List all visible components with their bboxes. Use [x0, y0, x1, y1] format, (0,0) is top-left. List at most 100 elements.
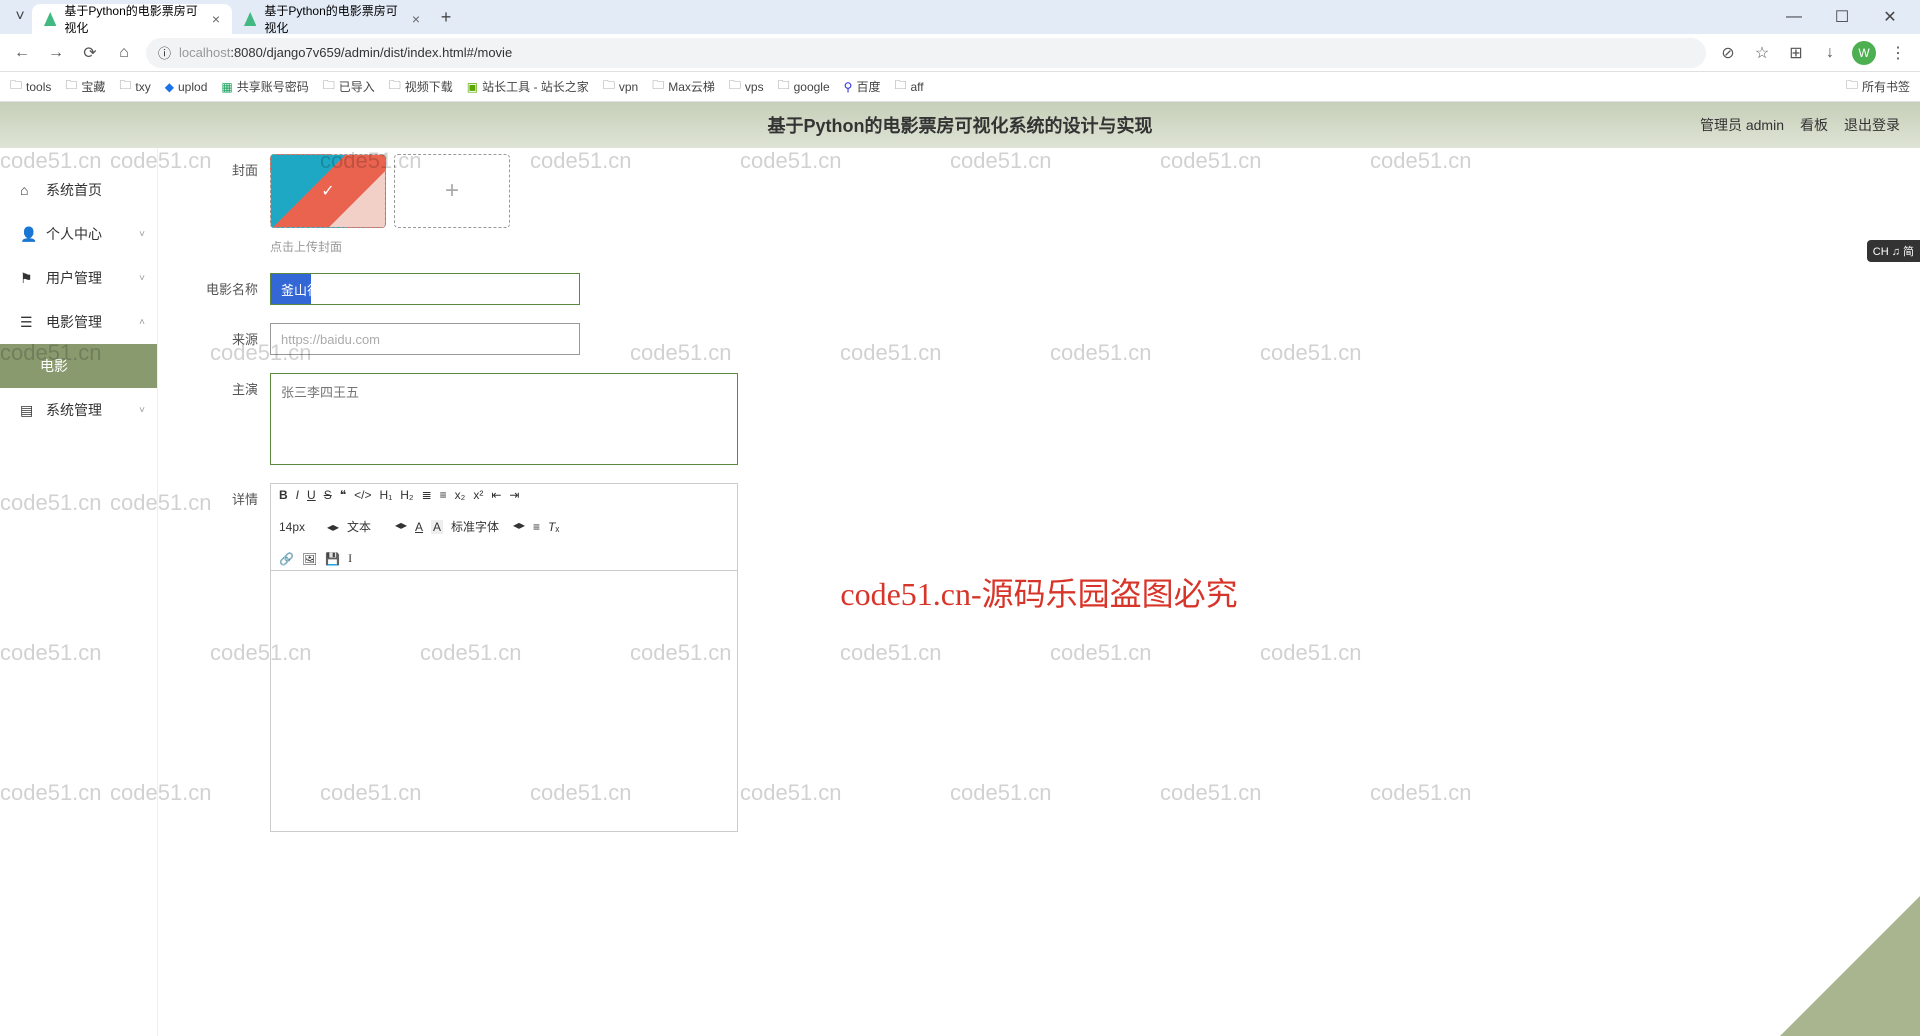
- reload-button[interactable]: ⟳: [78, 43, 102, 63]
- source-input[interactable]: [270, 323, 580, 355]
- h2-button[interactable]: H₂: [400, 488, 413, 502]
- all-bookmarks[interactable]: 🗀所有书签: [1846, 76, 1910, 97]
- maximize-button[interactable]: ☐: [1820, 2, 1864, 32]
- text-type-select[interactable]: 文本◂▸: [347, 518, 407, 535]
- site-info-icon[interactable]: ⓘ: [158, 43, 171, 62]
- font-family-select[interactable]: 标准字体◂▸: [451, 518, 525, 535]
- bookmark-uplod[interactable]: ◆uplod: [165, 80, 208, 94]
- page-title: 基于Python的电影票房可视化系统的设计与实现: [768, 112, 1153, 138]
- site-icon: ◆: [165, 80, 174, 94]
- tab-dropdown[interactable]: ˅: [8, 5, 32, 29]
- profile-avatar[interactable]: W: [1852, 41, 1876, 65]
- bookmark-txy[interactable]: 🗀txy: [119, 76, 150, 97]
- extensions-icon[interactable]: ⊞: [1784, 43, 1808, 63]
- board-link[interactable]: 看板: [1800, 115, 1828, 135]
- bookmark-share[interactable]: ▦共享账号密码: [221, 78, 308, 95]
- chevron-down-icon: ˅: [139, 229, 145, 240]
- h1-button[interactable]: H₁: [380, 488, 393, 502]
- stack-icon: ☰: [20, 314, 36, 331]
- browser-tab-0[interactable]: 基于Python的电影票房可视化 ×: [32, 4, 232, 34]
- strike-button[interactable]: S: [324, 488, 332, 502]
- folder-icon: 🗀: [323, 76, 335, 97]
- close-icon[interactable]: ×: [412, 11, 420, 27]
- bookmark-icon[interactable]: ☆: [1750, 43, 1774, 63]
- sub-button[interactable]: x₂: [455, 488, 466, 502]
- cover-preview[interactable]: ✓: [270, 154, 386, 228]
- align-button[interactable]: ≡: [533, 520, 540, 534]
- decorative-triangle: [1780, 896, 1920, 1036]
- folder-icon: 🗀: [119, 76, 131, 97]
- sidebar: ⌂ 系统首页 👤 个人中心 ˅ ⚑ 用户管理 ˅ ☰ 电影管理 ˄ 电影 ▤ 系…: [0, 148, 158, 1036]
- outdent-button[interactable]: ⇤: [491, 488, 501, 502]
- sup-button[interactable]: x²: [473, 488, 483, 502]
- cover-upload-button[interactable]: +: [394, 154, 510, 228]
- folder-icon: 🗀: [65, 76, 77, 97]
- site-icon: ▦: [221, 80, 232, 94]
- admin-label[interactable]: 管理员 admin: [1700, 115, 1784, 135]
- list-icon: ▤: [20, 402, 36, 419]
- image-button[interactable]: 🖼: [302, 552, 317, 566]
- home-button[interactable]: ⌂: [112, 44, 136, 62]
- sidebar-item-movie[interactable]: 电影: [0, 344, 157, 388]
- bold-button[interactable]: B: [279, 488, 288, 502]
- chevron-down-icon: ˅: [139, 273, 145, 284]
- sidebar-item-home[interactable]: ⌂ 系统首页: [0, 168, 157, 212]
- bg-color-button[interactable]: A: [431, 520, 443, 534]
- window-controls: — ☐ ✕: [1772, 2, 1912, 32]
- bookmark-tools[interactable]: 🗀tools: [10, 76, 51, 97]
- underline-button[interactable]: U: [307, 488, 316, 502]
- ol-button[interactable]: ≣: [422, 488, 432, 502]
- indent-button[interactable]: ⇥: [509, 488, 519, 502]
- name-label: 电影名称: [198, 273, 258, 298]
- browser-tab-1[interactable]: 基于Python的电影票房可视化 ×: [232, 4, 432, 34]
- link-button[interactable]: 🔗: [279, 552, 294, 566]
- download-icon[interactable]: ↓: [1818, 44, 1842, 62]
- quote-button[interactable]: ❝: [340, 488, 346, 502]
- actors-textarea[interactable]: [270, 373, 738, 465]
- sidebar-item-profile[interactable]: 👤 个人中心 ˅: [0, 212, 157, 256]
- bookmark-aff[interactable]: 🗀aff: [894, 76, 923, 97]
- bookmark-treasure[interactable]: 🗀宝藏: [65, 76, 105, 97]
- minimize-button[interactable]: —: [1772, 2, 1816, 32]
- text-color-button[interactable]: A: [415, 520, 423, 534]
- save-button[interactable]: 💾: [325, 552, 340, 566]
- person-icon: 👤: [20, 226, 36, 243]
- vue-icon: [44, 12, 56, 26]
- ul-button[interactable]: ≡: [440, 488, 447, 502]
- sidebar-item-movies[interactable]: ☰ 电影管理 ˄: [0, 300, 157, 344]
- menu-icon[interactable]: ⋮: [1886, 43, 1910, 63]
- url-host: localhost: [179, 45, 230, 60]
- clear-format-button[interactable]: Tₓ: [548, 520, 559, 534]
- folder-icon: 🗀: [389, 76, 401, 97]
- close-button[interactable]: ✕: [1868, 2, 1912, 32]
- code-button[interactable]: </>: [354, 488, 371, 502]
- tab-title: 基于Python的电影票房可视化: [64, 2, 203, 36]
- close-icon[interactable]: ×: [212, 11, 220, 27]
- bookmark-download[interactable]: 🗀视频下载: [389, 76, 453, 97]
- folder-icon: 🗀: [778, 76, 790, 97]
- bookmark-vpn[interactable]: 🗀vpn: [603, 76, 638, 97]
- editor-toolbar: B I U S ❝ </> H₁ H₂ ≣ ≡: [271, 484, 737, 571]
- site-icon: ▣: [467, 80, 478, 94]
- new-tab-button[interactable]: +: [432, 3, 460, 31]
- url-bar[interactable]: ⓘ localhost:8080/django7v659/admin/dist/…: [146, 38, 1706, 68]
- password-icon[interactable]: ⊘: [1716, 43, 1740, 63]
- chevron-up-icon: ˄: [139, 317, 145, 328]
- italic-button[interactable]: I: [296, 488, 299, 502]
- bookmark-google[interactable]: 🗀google: [778, 76, 830, 97]
- back-button[interactable]: ←: [10, 44, 34, 62]
- bookmark-vps[interactable]: 🗀vps: [729, 76, 764, 97]
- forward-button[interactable]: →: [44, 44, 68, 62]
- ime-badge[interactable]: CH ♫ 简: [1867, 240, 1920, 262]
- movie-name-input[interactable]: [270, 273, 580, 305]
- sidebar-item-users[interactable]: ⚑ 用户管理 ˅: [0, 256, 157, 300]
- font-size-select[interactable]: 14px◂▸: [279, 520, 339, 534]
- sidebar-item-system[interactable]: ▤ 系统管理 ˅: [0, 388, 157, 432]
- editor-content[interactable]: [271, 571, 737, 831]
- bookmark-baidu[interactable]: ⚲百度: [844, 78, 881, 95]
- logout-link[interactable]: 退出登录: [1844, 115, 1900, 135]
- content-area: 封面 ✓ + 点击上传封面 电影名称 来源 主演 详情: [158, 148, 1920, 1036]
- bookmark-import[interactable]: 🗀已导入: [323, 76, 375, 97]
- bookmark-zhanzhang[interactable]: ▣站长工具 - 站长之家: [467, 78, 589, 95]
- bookmark-max[interactable]: 🗀Max云梯: [652, 76, 715, 97]
